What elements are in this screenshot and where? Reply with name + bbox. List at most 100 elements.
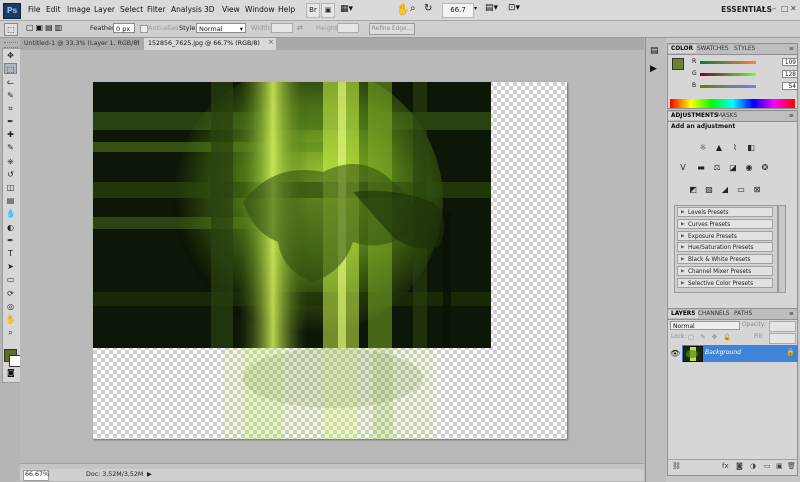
actions-panel-icon[interactable]: ▶ bbox=[650, 64, 657, 74]
refine-edge-button[interactable]: Refine Edge... bbox=[369, 23, 415, 35]
eyedropper-icon[interactable]: ✒ bbox=[4, 116, 17, 127]
shape-icon[interactable]: ▭ bbox=[4, 274, 17, 285]
presets-scrollbar[interactable] bbox=[778, 205, 786, 293]
preset-item[interactable]: Selective Color Presets bbox=[677, 277, 773, 289]
move-icon[interactable]: ✥ bbox=[4, 50, 17, 61]
preset-item[interactable]: Channel Mixer Presets bbox=[677, 266, 773, 277]
tab-layers[interactable]: LAYERS bbox=[668, 310, 699, 318]
type-icon[interactable]: T bbox=[4, 248, 17, 259]
preset-item[interactable]: Exposure Presets bbox=[677, 230, 773, 242]
quick-mask-button[interactable]: ◙ bbox=[7, 368, 15, 377]
brightness-contrast-icon[interactable]: ☼ bbox=[698, 143, 708, 153]
lock-icons[interactable]: ▢ ✎ ✥ 🔒 bbox=[688, 333, 733, 341]
preset-item[interactable]: Levels Presets bbox=[677, 207, 773, 218]
menu-3d[interactable]: 3D bbox=[204, 5, 215, 14]
workspace-dropdown-icon[interactable]: ▾ bbox=[762, 5, 765, 12]
3d-rotate-icon[interactable]: ⟳ bbox=[4, 288, 17, 299]
panel-menu-icon[interactable]: ≡ bbox=[786, 310, 797, 318]
tab-color[interactable]: COLOR bbox=[668, 45, 697, 53]
gradient-icon[interactable]: ▤ bbox=[4, 195, 17, 206]
close-tab-icon[interactable]: × bbox=[134, 38, 140, 46]
levels-icon[interactable]: ▲ bbox=[714, 143, 724, 153]
style-select[interactable]: Normal ▾ bbox=[196, 23, 246, 33]
exposure-icon[interactable]: ◧ bbox=[746, 143, 756, 153]
minimize-icon[interactable]: – bbox=[772, 4, 779, 13]
channel-mixer-icon[interactable]: ❂ bbox=[760, 163, 770, 173]
new-group-icon[interactable]: ▭ bbox=[764, 462, 771, 470]
red-value-field[interactable]: 109 bbox=[782, 58, 798, 66]
photo-filter-icon[interactable]: ◉ bbox=[744, 163, 754, 173]
arrange-documents-button[interactable]: ▤▾ bbox=[485, 3, 498, 13]
horizontal-scrollbar[interactable] bbox=[20, 463, 644, 469]
pen-icon[interactable]: ✒ bbox=[4, 235, 17, 246]
hue-saturation-icon[interactable]: ▬ bbox=[696, 163, 706, 173]
zoom-level-field[interactable]: 66.7 bbox=[442, 3, 474, 18]
black-white-icon[interactable]: ◪ bbox=[728, 163, 738, 173]
lasso-icon[interactable]: ᓚ bbox=[4, 76, 17, 87]
tools-panel-grip[interactable] bbox=[4, 42, 18, 48]
bridge-button[interactable]: Br bbox=[306, 3, 320, 18]
tab-swatches[interactable]: SWATCHES bbox=[694, 45, 732, 53]
feather-input[interactable]: 0 px bbox=[113, 23, 135, 33]
blue-slider[interactable] bbox=[700, 85, 756, 88]
posterize-icon[interactable]: ▨ bbox=[704, 185, 714, 195]
preset-item[interactable]: Black & White Presets bbox=[677, 254, 773, 265]
color-balance-icon[interactable]: ⚖ bbox=[712, 163, 722, 173]
tab-styles[interactable]: STYLES bbox=[731, 45, 758, 53]
tab-paths[interactable]: PATHS bbox=[731, 310, 755, 318]
add-mask-icon[interactable]: ◙ bbox=[736, 462, 743, 470]
curves-icon[interactable]: ⌇ bbox=[730, 143, 740, 153]
red-slider[interactable] bbox=[700, 61, 756, 64]
menu-window[interactable]: Window bbox=[245, 5, 275, 14]
marquee-icon[interactable]: ⬚ bbox=[4, 63, 17, 75]
eye-icon[interactable]: 👁 bbox=[670, 349, 680, 358]
3d-orbit-icon[interactable]: ◎ bbox=[4, 301, 17, 312]
hand-icon[interactable]: ✋ bbox=[4, 314, 17, 325]
menu-image[interactable]: Image bbox=[67, 5, 91, 14]
antialias-checkbox[interactable] bbox=[140, 25, 148, 33]
new-layer-icon[interactable]: ▣ bbox=[776, 462, 783, 470]
green-value-field[interactable]: 128 bbox=[782, 70, 798, 78]
menu-select[interactable]: Select bbox=[120, 5, 143, 14]
menu-edit[interactable]: Edit bbox=[46, 5, 61, 14]
close-tab-icon[interactable]: × bbox=[268, 38, 274, 46]
screen-mode-button[interactable]: ⊡▾ bbox=[508, 3, 520, 13]
crop-icon[interactable]: ⌗ bbox=[4, 103, 17, 114]
menu-filter[interactable]: Filter bbox=[147, 5, 166, 14]
stamp-icon[interactable]: ⎈ bbox=[4, 156, 17, 167]
eraser-icon[interactable]: ◫ bbox=[4, 182, 17, 193]
minibridge-button[interactable]: ▣ bbox=[321, 3, 335, 18]
quick-select-icon[interactable]: ✎ bbox=[4, 90, 17, 101]
width-input[interactable] bbox=[271, 23, 293, 33]
selective-color-icon[interactable]: ⊠ bbox=[752, 185, 762, 195]
opacity-field[interactable] bbox=[769, 321, 796, 332]
layer-style-icon[interactable]: fx bbox=[722, 462, 729, 470]
image-canvas[interactable] bbox=[93, 82, 567, 439]
fill-field[interactable] bbox=[769, 333, 796, 344]
swap-dimensions-icon[interactable]: ⇄ bbox=[297, 24, 303, 32]
green-slider[interactable] bbox=[700, 73, 756, 76]
menu-layer[interactable]: Layer bbox=[94, 5, 115, 14]
link-layers-icon[interactable]: ⛓ bbox=[672, 462, 681, 470]
maximize-icon[interactable]: □ bbox=[781, 4, 789, 13]
blur-icon[interactable]: 💧 bbox=[4, 208, 17, 219]
zoom-dropdown-arrow-icon[interactable]: ▾ bbox=[474, 5, 477, 12]
new-fill-layer-icon[interactable]: ◑ bbox=[750, 462, 756, 470]
delete-layer-icon[interactable]: 🗑 bbox=[787, 462, 796, 470]
selection-mode-buttons[interactable]: ▢▣▤▥ bbox=[26, 23, 64, 32]
tab-masks[interactable]: MASKS bbox=[714, 112, 740, 120]
panel-menu-icon[interactable]: ≡ bbox=[786, 112, 797, 120]
preset-item[interactable]: Curves Presets bbox=[677, 218, 773, 230]
dodge-icon[interactable]: ◐ bbox=[4, 222, 17, 233]
blue-value-field[interactable]: 54 bbox=[782, 82, 798, 90]
color-spectrum-ramp[interactable] bbox=[670, 99, 795, 108]
rotate-view-button[interactable]: ↻ bbox=[424, 3, 432, 14]
foreground-color-chip[interactable] bbox=[672, 58, 684, 70]
menu-help[interactable]: Help bbox=[278, 5, 295, 14]
healing-icon[interactable]: ✚ bbox=[4, 129, 17, 140]
menu-view[interactable]: View bbox=[222, 5, 240, 14]
history-panel-icon[interactable]: ▤ bbox=[650, 46, 659, 56]
status-menu-arrow-icon[interactable]: ▶ bbox=[147, 471, 152, 478]
hand-tool-button[interactable]: ✋ bbox=[396, 3, 410, 16]
blend-mode-select[interactable]: Normal bbox=[670, 321, 740, 330]
